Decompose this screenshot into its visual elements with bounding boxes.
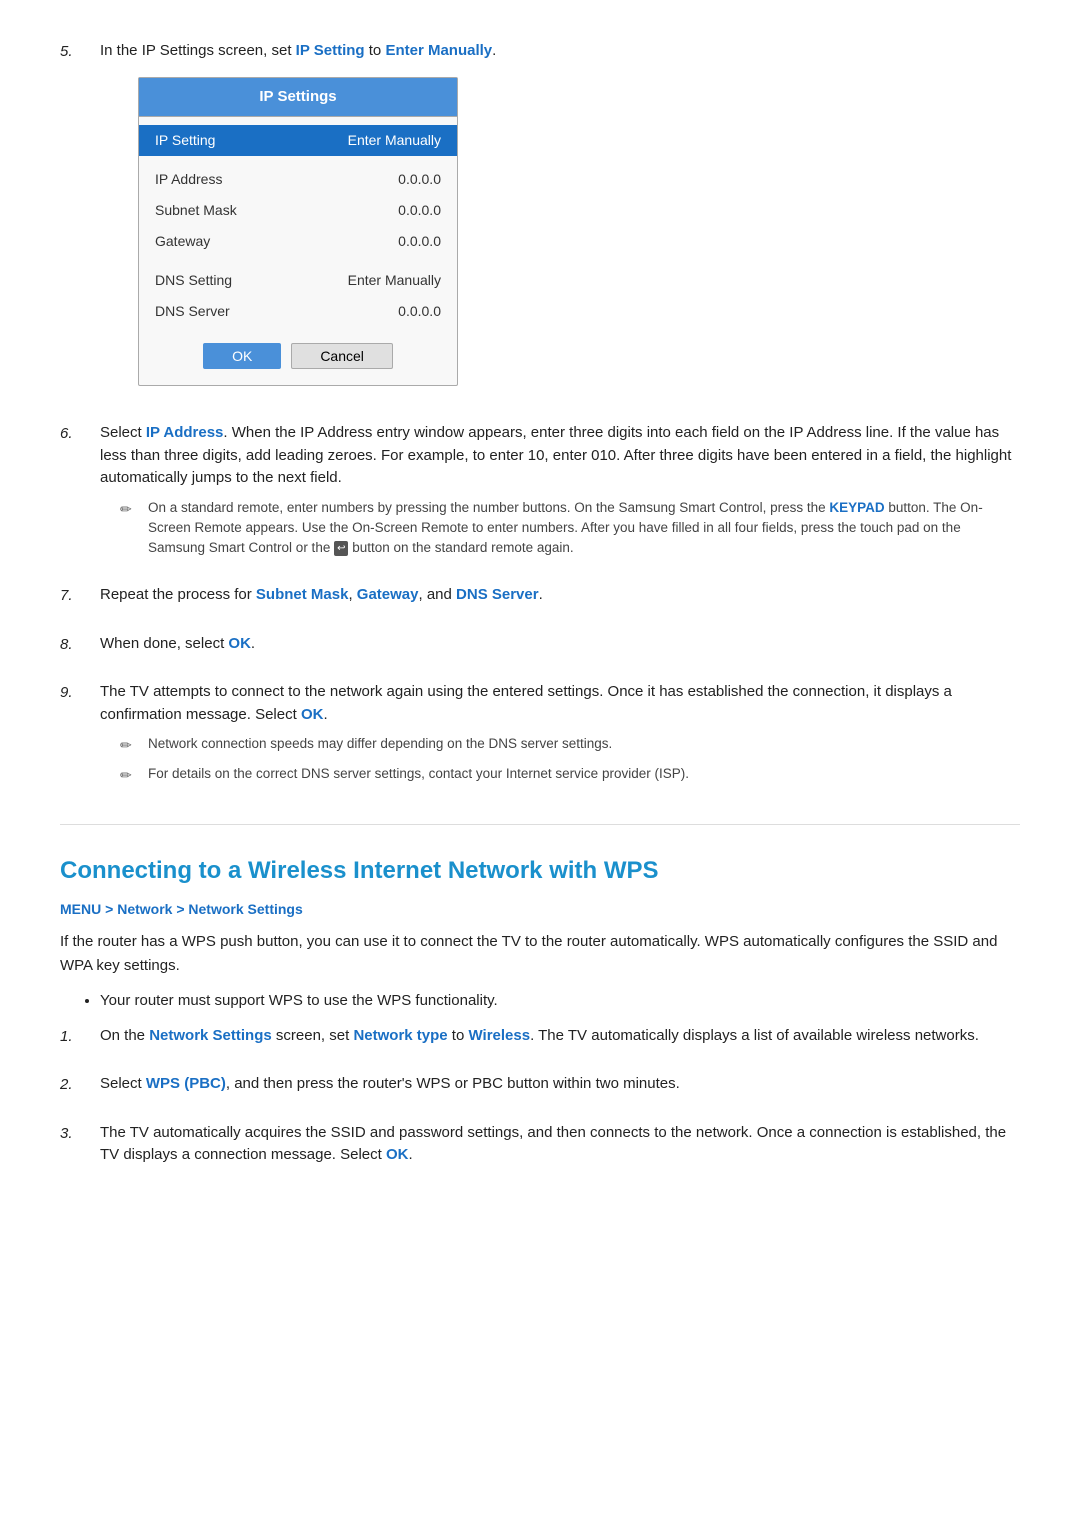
gateway-row[interactable]: Gateway 0.0.0.0 <box>139 226 457 257</box>
subnet-mask-row[interactable]: Subnet Mask 0.0.0.0 <box>139 195 457 226</box>
section-heading: Connecting to a Wireless Internet Networ… <box>60 824 1020 889</box>
step-5-num: 5. <box>60 40 100 64</box>
wps-step-3-num: 3. <box>60 1122 100 1146</box>
step-7-text: Repeat the process for Subnet Mask, Gate… <box>100 584 1020 607</box>
breadcrumb: MENU > Network > Network Settings <box>60 899 1020 920</box>
ip-settings-dialog: IP Settings IP Setting Enter Manually IP… <box>138 77 1020 387</box>
ip-setting-row[interactable]: IP Setting Enter Manually <box>139 125 457 156</box>
wps-step-3-text: The TV automatically acquires the SSID a… <box>100 1122 1020 1167</box>
ip-settings-title: IP Settings <box>139 78 457 118</box>
wps-intro: If the router has a WPS push button, you… <box>60 930 1020 978</box>
wps-bullet-1: Your router must support WPS to use the … <box>100 990 1020 1013</box>
pencil-icon-2: ✏ <box>120 735 140 756</box>
step-9-note-2: ✏ For details on the correct DNS server … <box>120 764 1020 786</box>
step-9-num: 9. <box>60 681 100 705</box>
pencil-icon: ✏ <box>120 499 140 520</box>
wps-step-1-text: On the Network Settings screen, set Netw… <box>100 1025 1020 1048</box>
step-5-text: In the IP Settings screen, set IP Settin… <box>100 40 1020 63</box>
return-icon: ↩ <box>334 541 348 556</box>
ip-address-row[interactable]: IP Address 0.0.0.0 <box>139 164 457 195</box>
dns-server-row[interactable]: DNS Server 0.0.0.0 <box>139 296 457 327</box>
wps-step-2-num: 2. <box>60 1073 100 1097</box>
step-6-note: ✏ On a standard remote, enter numbers by… <box>120 498 1020 559</box>
step-8-num: 8. <box>60 633 100 657</box>
wps-step-2-text: Select WPS (PBC), and then press the rou… <box>100 1073 1020 1096</box>
wps-section: Connecting to a Wireless Internet Networ… <box>60 824 1020 1175</box>
dns-setting-row[interactable]: DNS Setting Enter Manually <box>139 265 457 296</box>
step-7-num: 7. <box>60 584 100 608</box>
wps-step-1-num: 1. <box>60 1025 100 1049</box>
step-9-note-1: ✏ Network connection speeds may differ d… <box>120 734 1020 756</box>
step-6-text: Select IP Address. When the IP Address e… <box>100 422 1020 490</box>
cancel-button[interactable]: Cancel <box>291 343 393 369</box>
wps-bullets: Your router must support WPS to use the … <box>100 990 1020 1013</box>
ok-button[interactable]: OK <box>203 343 281 369</box>
step-6-num: 6. <box>60 422 100 446</box>
step-9-text: The TV attempts to connect to the networ… <box>100 681 1020 726</box>
step-8-text: When done, select OK. <box>100 633 1020 656</box>
pencil-icon-3: ✏ <box>120 765 140 786</box>
